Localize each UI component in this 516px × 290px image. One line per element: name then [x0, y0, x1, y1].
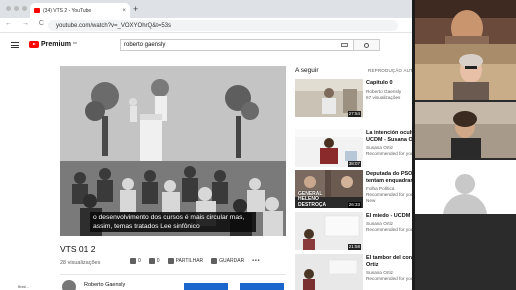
- browser-tab-bar: (34) VTS 2 - YouTube × +: [0, 0, 412, 18]
- recommendation-item[interactable]: 27:54 Capitulo 0 Roberto Gaensly 67 visu…: [295, 79, 413, 119]
- browser-toolbar: ← → C youtube.com/watch?v=_VOXYOhrQ&t=53…: [0, 18, 412, 33]
- more-actions-icon[interactable]: •••: [252, 258, 260, 264]
- video-caption: o desenvolvimento dos cursos é mais circ…: [90, 212, 256, 232]
- save-label: GUARDAR: [219, 258, 245, 264]
- join-button[interactable]: [184, 283, 228, 290]
- recommendation-reason: Recommended for you: [366, 276, 414, 281]
- avatar-body-icon: [443, 194, 487, 214]
- recommendation-title-line2: tentam enquadrar: [366, 178, 413, 184]
- panel-empty-area: [415, 214, 516, 290]
- video-thumbnail: [295, 254, 363, 290]
- new-badge: New: [366, 198, 376, 203]
- keyboard-icon[interactable]: [341, 43, 348, 47]
- recommendation-item[interactable]: 38:07 La intención oculta UCDM - Susana …: [295, 129, 414, 169]
- close-tab-icon[interactable]: ×: [122, 8, 126, 14]
- channel-avatar[interactable]: [62, 280, 76, 290]
- recommendation-item[interactable]: 21:58 El miedo - UCDM - Susana Ortiz Sus…: [295, 212, 414, 252]
- new-tab-button[interactable]: +: [133, 4, 138, 14]
- recommendation-title: Deputada do PSOL: [366, 171, 414, 177]
- recommendation-reason: Recommended for you: [366, 151, 414, 156]
- duration-badge: 26:33: [347, 202, 361, 208]
- share-button[interactable]: PARTILHAR: [167, 258, 204, 264]
- avatar-placeholder-icon: [455, 174, 475, 194]
- recommendation-item[interactable]: GENERAL HELENO DESTROÇA 26:33 Deputada d…: [295, 170, 414, 210]
- logo-country: BR: [72, 41, 78, 45]
- youtube-logo[interactable]: Premium BR: [29, 41, 77, 48]
- thumbs-down-icon: [148, 258, 155, 264]
- view-count: 28 visualizações: [60, 260, 101, 266]
- menu-icon[interactable]: [11, 42, 19, 48]
- thumbs-up-icon: [130, 258, 136, 264]
- recommendation-title: Capitulo 0: [366, 80, 393, 86]
- nav-buttons[interactable]: ← → C: [5, 20, 48, 27]
- video-title: VTS 01 2: [60, 244, 96, 254]
- dislike-count: 0: [156, 258, 160, 264]
- video-call-panel: [415, 0, 516, 290]
- participant-video[interactable]: [415, 102, 516, 158]
- divider: [60, 274, 286, 275]
- tab-title: (34) VTS 2 - YouTube: [43, 7, 92, 14]
- participant-video[interactable]: [415, 44, 516, 100]
- address-bar[interactable]: youtube.com/watch?v=_VOXYOhrQ&t=53s: [48, 20, 398, 31]
- youtube-favicon-icon: [34, 8, 40, 13]
- playlist-add-icon: [211, 258, 218, 264]
- duration-badge: 38:07: [347, 161, 361, 167]
- recommendation-item[interactable]: El tambor del corazón - Susana Ortiz Sus…: [295, 254, 414, 290]
- search-input[interactable]: roberto gaensly: [120, 39, 354, 51]
- search-button[interactable]: [354, 39, 380, 51]
- video-player[interactable]: o desenvolvimento dos cursos é mais circ…: [60, 66, 286, 236]
- thumbnail-text: GENERAL HELENO DESTROÇA: [298, 190, 327, 208]
- status-bar: Brasi...: [18, 285, 29, 289]
- autoplay-toggle[interactable]: REPRODUÇÃO AUTO: [368, 68, 417, 73]
- channel-name[interactable]: Roberto Gaensly: [84, 282, 125, 288]
- share-label: PARTILHAR: [175, 258, 204, 264]
- recommendation-views: 67 visualizações: [366, 95, 401, 100]
- duration-badge: 21:58: [347, 244, 361, 250]
- like-button[interactable]: 0: [130, 258, 141, 264]
- recommendation-reason: Recommended for you: [366, 227, 414, 232]
- window-controls[interactable]: [6, 6, 27, 11]
- video-actions: 0 0 PARTILHAR GUARDAR •••: [130, 258, 260, 264]
- up-next-heading: A seguir: [295, 67, 319, 74]
- subscribe-button[interactable]: [240, 283, 284, 290]
- browser-tab[interactable]: (34) VTS 2 - YouTube ×: [30, 3, 130, 18]
- logo-text: Premium: [41, 41, 71, 48]
- search-value: roberto gaensly: [124, 42, 166, 48]
- screen: (34) VTS 2 - YouTube × + ← → C youtube.c…: [0, 0, 516, 290]
- participant-placeholder[interactable]: [415, 160, 516, 214]
- participant-video[interactable]: [415, 0, 516, 44]
- like-count: 0: [138, 258, 141, 264]
- video-frame: [60, 66, 286, 236]
- recommendation-title: La intención oculta: [366, 130, 414, 136]
- recommendation-title-line2: Ortiz: [366, 262, 379, 268]
- recommendation-title: El tambor del corazón - Susana: [366, 255, 414, 261]
- youtube-header: Premium BR roberto gaensly: [0, 33, 412, 59]
- url-text: youtube.com/watch?v=_VOXYOhrQ&t=53s: [56, 22, 172, 29]
- youtube-play-icon: [29, 41, 39, 48]
- dislike-button[interactable]: 0: [148, 258, 160, 264]
- share-icon: [167, 258, 174, 264]
- save-button[interactable]: GUARDAR: [211, 258, 244, 264]
- duration-badge: 27:54: [347, 111, 361, 117]
- recommendation-title: El miedo - UCDM - Susana Ortiz: [366, 213, 414, 219]
- search-icon: [364, 43, 369, 48]
- recommendation-title-line2: UCDM - Susana Or: [366, 137, 414, 143]
